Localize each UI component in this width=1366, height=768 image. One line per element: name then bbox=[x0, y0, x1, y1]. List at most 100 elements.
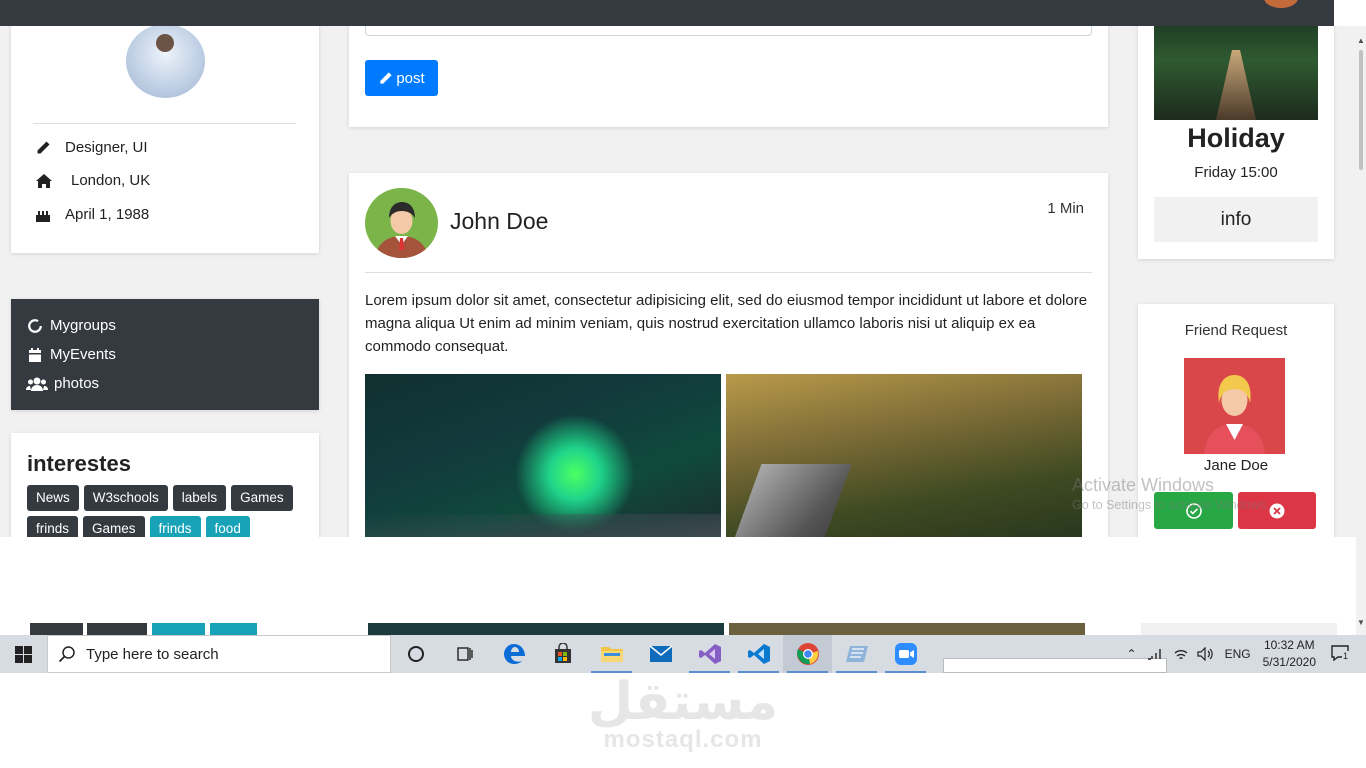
interest-tag[interactable]: Games bbox=[231, 485, 293, 511]
interests-tag-list: News W3schools labels Games frinds Games… bbox=[27, 485, 307, 537]
folder-icon bbox=[600, 647, 623, 662]
top-navbar bbox=[0, 0, 1334, 26]
pencil-icon bbox=[37, 141, 50, 153]
language-indicator[interactable]: ENG bbox=[1225, 647, 1251, 661]
post-time: 1 Min bbox=[1047, 200, 1084, 217]
network-icon[interactable] bbox=[1147, 647, 1163, 661]
mostaql-watermark: مستقل mostaql.com bbox=[0, 672, 1366, 754]
post-author-avatar bbox=[365, 188, 438, 258]
profile-birthday: April 1, 1988 bbox=[65, 206, 150, 223]
taskbar-zoom[interactable] bbox=[881, 635, 930, 673]
mostaql-logo-latin: mostaql.com bbox=[603, 726, 763, 753]
ghost-tag bbox=[87, 623, 147, 635]
taskbar-search-box[interactable]: Type here to search bbox=[47, 635, 391, 673]
interest-tag[interactable]: labels bbox=[172, 485, 227, 511]
page-content: Designer, UI London, UK April 1, 1988 My… bbox=[0, 26, 1356, 537]
post-image-forest[interactable] bbox=[726, 374, 1082, 537]
ghost-card bbox=[1141, 623, 1337, 635]
birthday-cake-icon bbox=[36, 210, 50, 222]
post-image-aurora[interactable] bbox=[365, 374, 721, 537]
watermark-line1: Activate Windows bbox=[1072, 475, 1215, 495]
friend-request-avatar bbox=[1184, 358, 1285, 454]
profile-location: London, UK bbox=[71, 172, 151, 189]
menu-item-photos[interactable]: photos bbox=[26, 375, 99, 392]
profile-avatar bbox=[126, 26, 205, 98]
taskbar-clock[interactable]: 10:32 AM 5/31/2020 bbox=[1263, 637, 1316, 671]
ghost-image bbox=[729, 623, 1085, 635]
visual-studio-icon bbox=[698, 644, 721, 664]
ghost-image bbox=[368, 623, 724, 635]
taskbar-store[interactable] bbox=[538, 635, 587, 673]
taskbar-notes-app[interactable] bbox=[832, 635, 881, 673]
clock-date: 5/31/2020 bbox=[1262, 655, 1316, 669]
ghost-tag bbox=[152, 623, 205, 635]
status-input[interactable] bbox=[365, 26, 1092, 36]
post-button-label: post bbox=[396, 69, 425, 87]
interests-title: interestes bbox=[27, 451, 131, 476]
side-menu: Mygroups MyEvents photos bbox=[11, 299, 319, 410]
chevron-up-icon[interactable]: ⌃ bbox=[1127, 647, 1137, 661]
interest-tag[interactable]: food bbox=[205, 516, 250, 537]
menu-item-myevents[interactable]: MyEvents bbox=[26, 346, 116, 363]
taskbar-visual-studio[interactable] bbox=[685, 635, 734, 673]
clock-time: 10:32 AM bbox=[1263, 638, 1315, 652]
wifi-icon[interactable] bbox=[1173, 647, 1189, 661]
zoom-video-icon bbox=[894, 643, 917, 665]
post-author-name[interactable]: John Doe bbox=[450, 208, 548, 235]
taskbar-chrome[interactable] bbox=[783, 635, 832, 673]
event-title: Holiday bbox=[1187, 123, 1285, 153]
windows-logo-icon bbox=[15, 645, 32, 663]
friend-request-heading: Friend Request bbox=[1184, 322, 1288, 339]
menu-item-label: Mygroups bbox=[50, 317, 116, 334]
taskbar-file-explorer[interactable] bbox=[587, 635, 636, 673]
task-view-button[interactable] bbox=[440, 635, 489, 673]
users-icon bbox=[26, 377, 48, 391]
notes-app-icon bbox=[845, 646, 868, 662]
circle-notch-icon bbox=[28, 318, 42, 333]
menu-item-mygroups[interactable]: Mygroups bbox=[26, 317, 116, 334]
compose-card: post bbox=[349, 26, 1108, 127]
page-scrollbar[interactable]: ▲ ▼ bbox=[1356, 26, 1366, 635]
taskbar-search-placeholder: Type here to search bbox=[86, 645, 219, 663]
interest-tag[interactable]: frinds bbox=[149, 516, 201, 537]
interest-tag[interactable]: frinds bbox=[27, 516, 79, 537]
interest-tag[interactable]: Games bbox=[83, 516, 145, 537]
notification-count: 1 bbox=[1342, 650, 1350, 661]
navbar-avatar[interactable] bbox=[1264, 0, 1298, 8]
female-avatar-icon bbox=[1184, 358, 1285, 454]
start-button[interactable] bbox=[0, 635, 47, 673]
taskbar-edge[interactable] bbox=[489, 635, 538, 673]
edge-browser-icon bbox=[503, 644, 525, 664]
interest-tag[interactable]: News bbox=[27, 485, 79, 511]
friend-request-name[interactable]: Jane Doe bbox=[1138, 457, 1334, 474]
post-body: Lorem ipsum dolor sit amet, consectetur … bbox=[365, 292, 1088, 355]
scroll-down-arrow[interactable]: ▼ bbox=[1357, 618, 1365, 627]
chrome-browser-icon bbox=[796, 643, 819, 665]
event-card: Holiday Friday 15:00 info bbox=[1138, 26, 1334, 259]
mail-icon bbox=[649, 645, 672, 662]
watermark-line2: Go to Settings to activate Windows. bbox=[1072, 498, 1270, 512]
feed-post: John Doe 1 Min Lorem ipsum dolor sit ame… bbox=[349, 173, 1108, 537]
scrollbar-thumb[interactable] bbox=[1359, 50, 1363, 170]
action-center-button[interactable]: 1 bbox=[1330, 644, 1358, 665]
cortana-button[interactable] bbox=[391, 635, 440, 673]
calendar-icon bbox=[29, 347, 41, 362]
profile-job: Designer, UI bbox=[65, 139, 148, 156]
profile-location-row: London, UK bbox=[35, 172, 150, 189]
vscode-icon bbox=[747, 644, 770, 664]
taskbar-vscode[interactable] bbox=[734, 635, 783, 673]
ghost-tag bbox=[210, 623, 257, 635]
times-circle-icon bbox=[1269, 503, 1285, 518]
interests-card: interestes News W3schools labels Games f… bbox=[11, 433, 319, 537]
menu-item-label: MyEvents bbox=[50, 346, 116, 363]
volume-icon[interactable] bbox=[1196, 647, 1215, 661]
store-bag-icon bbox=[554, 643, 571, 663]
post-button[interactable]: post bbox=[365, 60, 438, 96]
profile-card: Designer, UI London, UK April 1, 1988 bbox=[11, 26, 319, 253]
event-info-button[interactable]: info bbox=[1154, 197, 1318, 242]
profile-divider bbox=[33, 123, 296, 124]
scroll-up-arrow[interactable]: ▲ bbox=[1357, 36, 1365, 45]
interest-tag[interactable]: W3schools bbox=[83, 485, 168, 511]
taskbar-mail[interactable] bbox=[636, 635, 685, 673]
male-avatar-icon bbox=[366, 188, 437, 258]
